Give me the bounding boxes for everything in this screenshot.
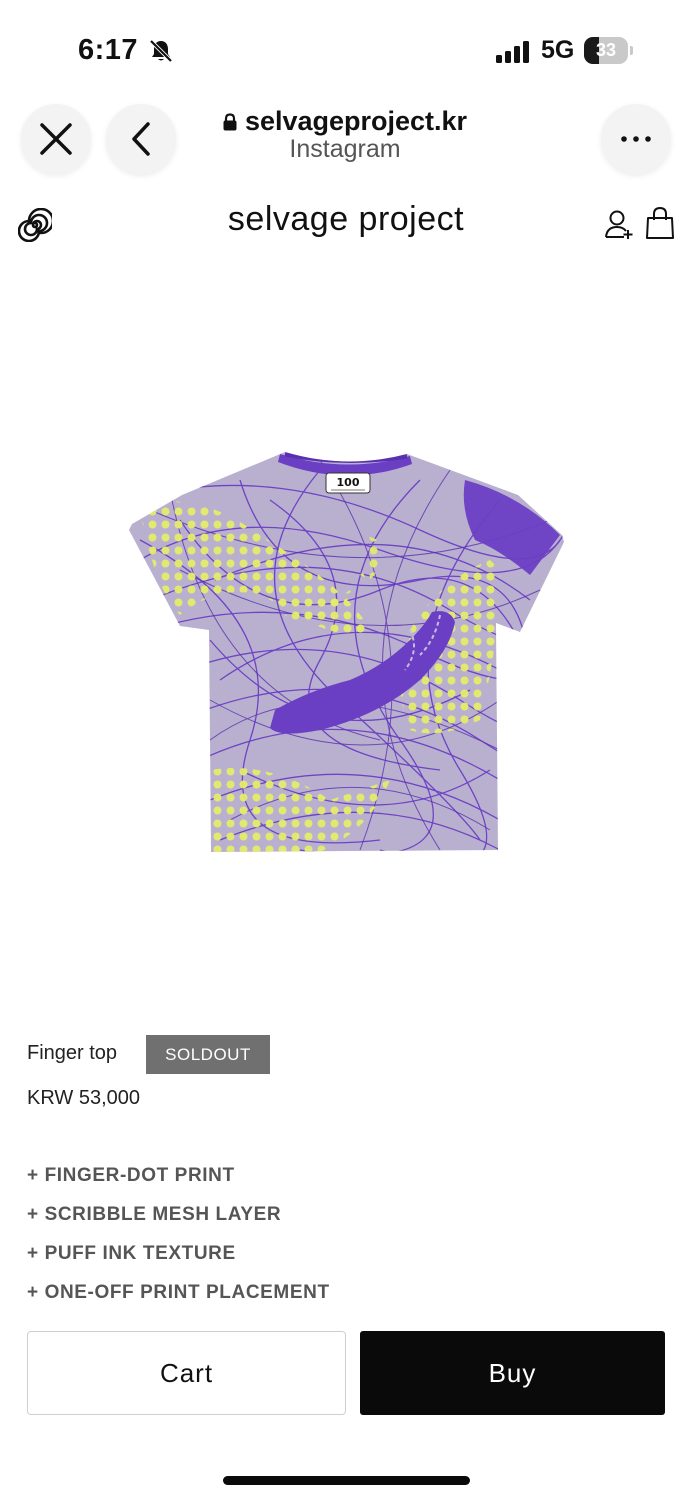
- home-indicator[interactable]: [223, 1476, 470, 1485]
- feature-list: + FINGER-DOT PRINT + SCRIBBLE MESH LAYER…: [27, 1163, 330, 1319]
- list-item: + SCRIBBLE MESH LAYER: [27, 1204, 282, 1225]
- chevron-left-icon: [132, 122, 150, 156]
- back-button[interactable]: [106, 104, 176, 174]
- status-badge: SOLDOUT: [146, 1035, 270, 1074]
- product-info: Finger top SOLDOUT KRW 53,000 + FINGER-D…: [27, 1035, 667, 1303]
- action-bar: Cart Buy: [0, 1312, 692, 1432]
- list-item: + PUFF INK TEXTURE: [27, 1243, 236, 1264]
- site-header: selvage project: [0, 196, 692, 256]
- more-options-button[interactable]: [601, 104, 671, 174]
- garment-label-text: 100: [337, 476, 360, 489]
- close-icon: [40, 123, 72, 155]
- status-bar: 6:17 5G 33: [0, 0, 692, 100]
- url-text: selvageproject.kr: [244, 106, 468, 136]
- source-app-label: Instagram: [289, 135, 401, 163]
- product-name: Finger top: [27, 1042, 118, 1064]
- cart-button[interactable]: Cart: [27, 1331, 346, 1415]
- network-type: 5G: [541, 36, 575, 64]
- address-bar[interactable]: selvageproject.kr Instagram: [180, 106, 510, 176]
- list-item: + FINGER-DOT PRINT: [27, 1165, 235, 1186]
- shopping-bag-icon[interactable]: [645, 206, 675, 240]
- cellular-signal-icon: [496, 41, 529, 63]
- lock-icon: [223, 113, 237, 131]
- more-icon: [621, 136, 651, 142]
- battery-icon: 33: [584, 37, 634, 65]
- product-image[interactable]: 100: [120, 440, 572, 860]
- bell-muted-icon: [149, 39, 173, 63]
- account-add-icon[interactable]: [604, 208, 634, 240]
- battery-percent: 33: [595, 40, 617, 60]
- browser-bar: selvageproject.kr Instagram: [0, 96, 692, 196]
- brand-logo[interactable]: selvage project: [0, 200, 692, 239]
- status-time: 6:17: [78, 34, 139, 66]
- buy-button[interactable]: Buy: [360, 1331, 665, 1415]
- product-price: KRW 53,000: [27, 1087, 141, 1109]
- close-button[interactable]: [21, 104, 91, 174]
